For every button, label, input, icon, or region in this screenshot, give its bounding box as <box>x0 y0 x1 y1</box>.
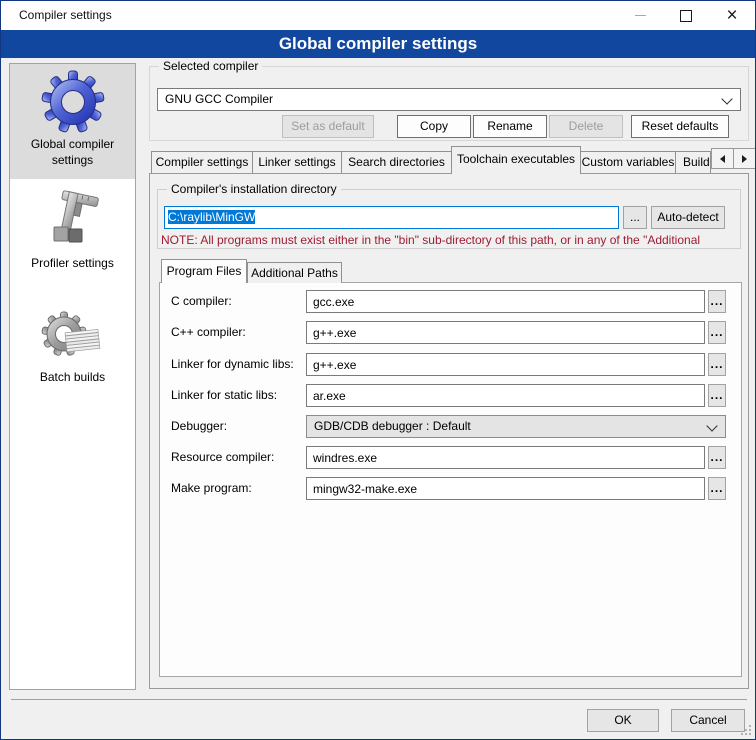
maximize-button[interactable] <box>663 1 709 30</box>
maximize-icon <box>680 10 692 22</box>
linker-static-label: Linker for static libs: <box>171 384 303 406</box>
ok-button[interactable]: OK <box>587 709 659 732</box>
set-as-default-button[interactable]: Set as default <box>282 115 374 138</box>
titlebar: Compiler settings × <box>1 1 755 30</box>
tab-custom-variables[interactable]: Custom variables <box>580 151 676 173</box>
tab-linker-settings[interactable]: Linker settings <box>252 151 342 173</box>
debugger-select-value: GDB/CDB debugger : Default <box>314 419 471 433</box>
autodetect-button[interactable]: Auto-detect <box>651 206 725 229</box>
subtab-program-files[interactable]: Program Files <box>161 259 247 283</box>
install-dir-note: NOTE: All programs must exist either in … <box>161 233 740 248</box>
chevron-down-icon <box>721 93 732 104</box>
cpp-compiler-browse-button[interactable]: ... <box>708 321 726 344</box>
resource-compiler-browse-button[interactable]: ... <box>708 446 726 469</box>
cpp-compiler-label: C++ compiler: <box>171 321 303 343</box>
subtab-additional-paths[interactable]: Additional Paths <box>247 262 342 283</box>
tab-scroll-right-button[interactable] <box>733 148 756 169</box>
debugger-label: Debugger: <box>171 415 303 437</box>
cpp-compiler-input[interactable] <box>306 321 705 344</box>
c-compiler-browse-button[interactable]: ... <box>708 290 726 313</box>
tab-scroll-left-button[interactable] <box>711 148 734 169</box>
sidebar-label-profiler: Profiler settings <box>17 256 129 272</box>
tab-toolchain-executables[interactable]: Toolchain executables <box>451 146 581 174</box>
settings-sidebar: Global compiler settings <box>9 63 136 690</box>
minimize-icon <box>635 15 646 16</box>
arrow-left-icon <box>720 155 725 163</box>
install-dir-group-label: Compiler's installation directory <box>167 182 341 196</box>
window-title: Compiler settings <box>19 1 112 30</box>
resource-compiler-label: Resource compiler: <box>171 446 303 468</box>
compiler-select[interactable]: GNU GCC Compiler <box>157 88 741 111</box>
batch-builds-icon <box>41 303 105 367</box>
page-title: Global compiler settings <box>1 30 755 58</box>
minimize-button[interactable] <box>617 1 663 30</box>
sidebar-item-profiler-settings[interactable]: Profiler settings <box>10 187 135 297</box>
sidebar-item-batch-builds[interactable]: Batch builds <box>10 297 135 419</box>
c-compiler-label: C compiler: <box>171 290 303 312</box>
delete-button[interactable]: Delete <box>549 115 623 138</box>
linker-static-browse-button[interactable]: ... <box>708 384 726 407</box>
make-program-browse-button[interactable]: ... <box>708 477 726 500</box>
install-dir-input[interactable]: C:\raylib\MinGW <box>164 206 619 229</box>
compiler-select-value: GNU GCC Compiler <box>165 92 273 106</box>
install-dir-value: C:\raylib\MinGW <box>168 210 255 224</box>
sidebar-label-global: Global compiler settings <box>17 137 129 168</box>
compiler-settings-dialog: Compiler settings × Global compiler sett… <box>0 0 756 740</box>
c-compiler-input[interactable] <box>306 290 705 313</box>
footer-divider <box>11 699 747 700</box>
selected-compiler-group-label: Selected compiler <box>159 59 262 73</box>
linker-dynamic-input[interactable] <box>306 353 705 376</box>
sidebar-label-batch: Batch builds <box>17 370 129 386</box>
copy-button[interactable]: Copy <box>397 115 471 138</box>
caliper-icon <box>41 189 105 253</box>
tab-build-options[interactable]: Build options <box>675 151 711 173</box>
make-program-input[interactable] <box>306 477 705 500</box>
resource-compiler-input[interactable] <box>306 446 705 469</box>
close-icon: × <box>726 6 737 25</box>
arrow-right-icon <box>742 155 747 163</box>
resize-grip-icon[interactable] <box>741 725 751 735</box>
gear-blue-icon <box>41 70 105 134</box>
close-button[interactable]: × <box>709 1 755 30</box>
tab-compiler-settings[interactable]: Compiler settings <box>151 151 253 173</box>
reset-defaults-button[interactable]: Reset defaults <box>631 115 729 138</box>
debugger-select[interactable]: GDB/CDB debugger : Default <box>306 415 726 438</box>
make-program-label: Make program: <box>171 477 303 499</box>
linker-static-input[interactable] <box>306 384 705 407</box>
tab-search-directories[interactable]: Search directories <box>341 151 452 173</box>
install-dir-browse-button[interactable]: ... <box>623 206 647 229</box>
cancel-button[interactable]: Cancel <box>671 709 745 732</box>
chevron-down-icon <box>706 420 717 431</box>
rename-button[interactable]: Rename <box>473 115 547 138</box>
linker-dynamic-label: Linker for dynamic libs: <box>171 353 303 375</box>
linker-dynamic-browse-button[interactable]: ... <box>708 353 726 376</box>
sidebar-item-global-compiler-settings[interactable]: Global compiler settings <box>10 64 135 179</box>
